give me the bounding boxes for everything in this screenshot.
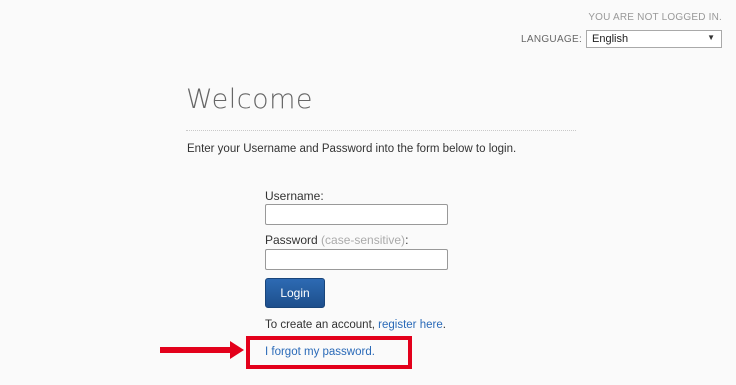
password-label-text: Password [265, 233, 318, 247]
dropdown-arrow-icon: ▼ [707, 33, 715, 42]
register-text: To create an account, register here. [265, 319, 446, 331]
content-panel: YOU ARE NOT LOGGED IN. LANGUAGE: English… [0, 0, 736, 385]
page-title: Welcome [186, 84, 314, 115]
login-button[interactable]: Login [265, 278, 325, 308]
login-status-text: YOU ARE NOT LOGGED IN. [588, 12, 722, 23]
password-label-colon: : [405, 233, 409, 247]
language-select[interactable]: English ▼ [586, 30, 722, 48]
language-label: LANGUAGE: [521, 34, 583, 45]
annotation-arrow-shaft [160, 347, 232, 353]
annotation-arrow-icon [230, 341, 244, 359]
password-label: Password (case-sensitive): [265, 233, 408, 247]
username-label: Username: [265, 189, 324, 203]
title-divider [186, 130, 576, 131]
register-suffix: . [442, 319, 446, 331]
register-link[interactable]: register here [378, 319, 443, 331]
username-input[interactable] [265, 204, 448, 225]
register-prefix: To create an account, [265, 319, 379, 331]
annotation-highlight-box [246, 336, 412, 369]
password-input[interactable] [265, 249, 448, 270]
language-selected-value: English [592, 33, 629, 45]
page: YOU ARE NOT LOGGED IN. LANGUAGE: English… [0, 0, 736, 385]
password-case-hint: (case-sensitive) [321, 233, 406, 247]
login-instructions: Enter your Username and Password into th… [187, 143, 517, 155]
